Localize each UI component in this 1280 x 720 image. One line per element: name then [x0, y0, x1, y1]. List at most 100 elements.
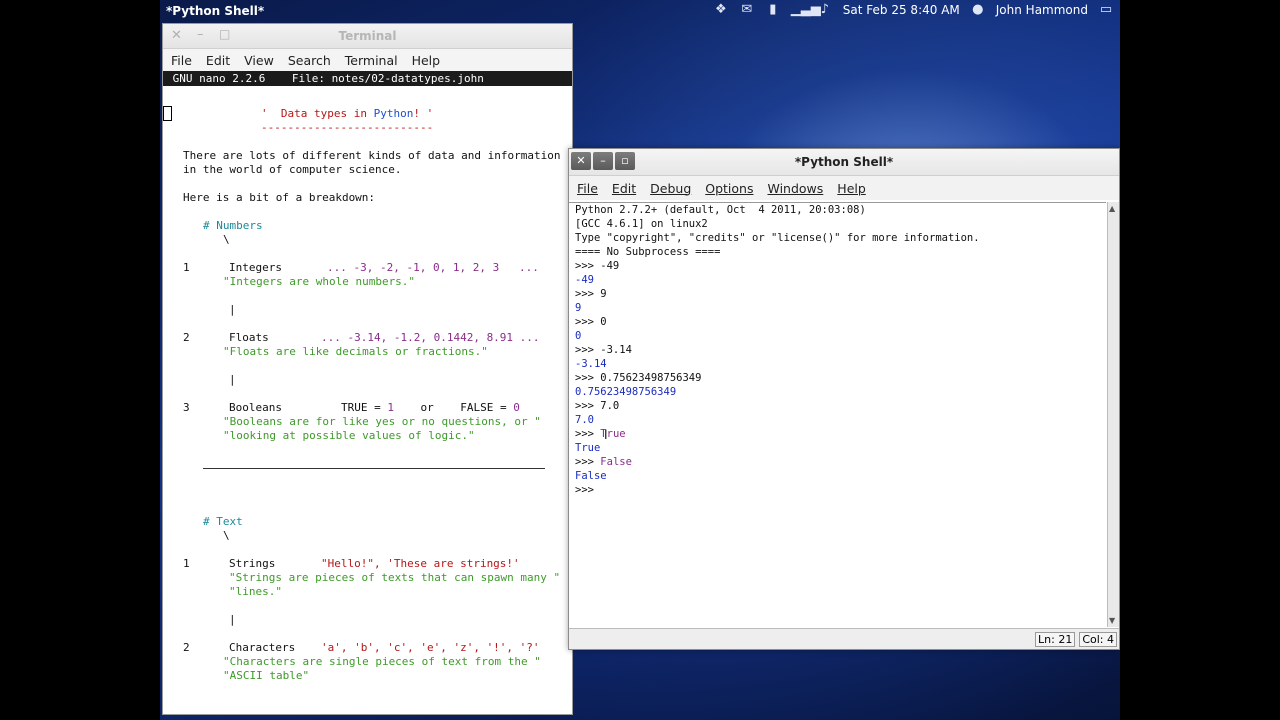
- shell-line: 0: [575, 330, 582, 342]
- strings-desc: "Strings are pieces of texts that can sp…: [229, 571, 561, 584]
- item-number: 2: [183, 641, 190, 654]
- strings-values: "Hello!", 'These are strings!': [321, 557, 520, 570]
- active-app-name[interactable]: *Python Shell*: [166, 4, 264, 18]
- shell-line: >>> 0.75623498756349: [575, 372, 702, 384]
- item-number: 3: [183, 401, 190, 414]
- menu-file[interactable]: File: [171, 53, 192, 68]
- integers-desc: "Integers are whole numbers.": [223, 275, 416, 288]
- tree-branch: \: [223, 233, 230, 246]
- shell-line: >>> 7.0: [575, 400, 620, 412]
- characters-values: 'a', 'b', 'c', 'e', 'z', '!', '?': [321, 641, 540, 654]
- menu-view[interactable]: View: [244, 53, 274, 68]
- menu-windows[interactable]: Windows: [767, 181, 823, 196]
- mail-icon[interactable]: ✉: [739, 2, 755, 18]
- shell-line: 0.75623498756349: [575, 386, 677, 398]
- shell-line: >>> 0: [575, 316, 607, 328]
- intro-line: There are lots of different kinds of dat…: [183, 149, 561, 162]
- display-icon[interactable]: ▭: [1098, 2, 1114, 18]
- doc-title-underline: --------------------------: [261, 121, 434, 134]
- shell-line: Type "copyright", "credits" or "license(…: [575, 232, 980, 244]
- booleans-desc: "Booleans are for like yes or no questio…: [223, 415, 541, 428]
- column-number: Col: 4: [1079, 632, 1117, 647]
- terminal-titlebar[interactable]: ✕ – □ Terminal: [163, 24, 572, 49]
- item-number: 2: [183, 331, 190, 344]
- shell-line: [GCC 4.6.1] on linux2: [575, 218, 708, 230]
- terminal-menubar: File Edit View Search Terminal Help: [163, 49, 572, 71]
- shell-line: >>> -49: [575, 260, 620, 272]
- shell-line: >>> -3.14: [575, 344, 632, 356]
- python-shell-window: ✕ – ▫ *Python Shell* File Edit Debug Opt…: [568, 148, 1120, 650]
- terminal-window: ✕ – □ Terminal File Edit View Search Ter…: [162, 23, 573, 715]
- shell-line: Python 2.7.2+ (default, Oct 4 2011, 20:0…: [575, 204, 866, 216]
- shell-line: ==== No Subprocess ====: [575, 246, 721, 258]
- item-number: 1: [183, 557, 190, 570]
- menu-debug[interactable]: Debug: [650, 181, 691, 196]
- booleans-desc: "looking at possible values of logic.": [223, 429, 475, 442]
- ibeam-cursor-icon: I: [604, 428, 608, 442]
- shell-line: >>> False: [575, 456, 632, 468]
- shell-line: >>> True: [575, 428, 626, 440]
- screen: *Python Shell* ❖ ✉ ▮ ▁▃▅ ♪ Sat Feb 25 8:…: [160, 0, 1120, 720]
- shell-line: True: [575, 442, 601, 454]
- user-icon: ●: [972, 2, 984, 17]
- numbers-heading: # Numbers: [203, 219, 263, 232]
- shell-line: 7.0: [575, 414, 594, 426]
- signal-icon[interactable]: ▁▃▅: [791, 2, 821, 18]
- shell-line: -49: [575, 274, 594, 286]
- text-cursor: [163, 106, 172, 121]
- dropbox-icon[interactable]: ❖: [713, 2, 729, 18]
- characters-desc: "ASCII table": [223, 669, 310, 682]
- volume-icon[interactable]: ♪: [817, 2, 833, 18]
- python-shell-titlebar[interactable]: ✕ – ▫ *Python Shell*: [569, 149, 1119, 176]
- nano-header: GNU nano 2.2.6 File: notes/02-datatypes.…: [163, 71, 572, 86]
- battery-icon[interactable]: ▮: [765, 2, 781, 18]
- text-heading: # Text: [203, 515, 243, 528]
- scroll-up-icon[interactable]: ▲: [1109, 204, 1115, 213]
- line-number: Ln: 21: [1035, 632, 1076, 647]
- characters-label: Characters: [229, 641, 296, 654]
- python-shell-menubar: File Edit Debug Options Windows Help: [569, 176, 1119, 200]
- floats-desc: "Floats are like decimals or fractions.": [223, 345, 488, 358]
- intro-line: Here is a bit of a breakdown:: [183, 191, 376, 204]
- tree-pipe: |: [229, 303, 236, 316]
- strings-label: Strings: [229, 557, 276, 570]
- floats-values: ... -3.14, -1.2, 0.1442, 8.91 ...: [321, 331, 540, 344]
- tree-branch: \: [223, 529, 230, 542]
- nano-editor[interactable]: ' Data types in Python! ' --------------…: [163, 86, 572, 714]
- menu-edit[interactable]: Edit: [206, 53, 230, 68]
- characters-desc: "Characters are single pieces of text fr…: [223, 655, 541, 668]
- shell-line: >>>: [575, 484, 594, 496]
- top-panel: *Python Shell* ❖ ✉ ▮ ▁▃▅ ♪ Sat Feb 25 8:…: [160, 0, 1120, 24]
- status-bar: Ln: 21 Col: 4: [569, 628, 1119, 649]
- booleans-values: TRUE = 1 or FALSE = 0: [341, 401, 520, 414]
- vertical-scrollbar[interactable]: ▲ ▼: [1107, 202, 1119, 627]
- clock[interactable]: Sat Feb 25 8:40 AM: [843, 3, 960, 17]
- menu-file[interactable]: File: [577, 181, 598, 196]
- menu-help[interactable]: Help: [837, 181, 866, 196]
- shell-output[interactable]: Python 2.7.2+ (default, Oct 4 2011, 20:0…: [569, 202, 1106, 628]
- shell-line: >>> 9: [575, 288, 607, 300]
- menu-search[interactable]: Search: [288, 53, 331, 68]
- terminal-title: Terminal: [338, 29, 397, 43]
- tree-pipe: |: [229, 373, 236, 386]
- shell-line: 9: [575, 302, 582, 314]
- integers-label: Integers: [229, 261, 282, 274]
- user-menu[interactable]: John Hammond: [996, 3, 1088, 17]
- menu-terminal[interactable]: Terminal: [345, 53, 398, 68]
- strings-desc: "lines.": [229, 585, 282, 598]
- shell-line: False: [575, 470, 607, 482]
- section-divider: [203, 468, 545, 469]
- menu-edit[interactable]: Edit: [612, 181, 636, 196]
- floats-label: Floats: [229, 331, 269, 344]
- integers-values: ... -3, -2, -1, 0, 1, 2, 3 ...: [327, 261, 539, 274]
- item-number: 1: [183, 261, 190, 274]
- python-shell-title: *Python Shell*: [794, 155, 894, 169]
- intro-line: in the world of computer science.: [183, 163, 402, 176]
- shell-line: -3.14: [575, 358, 607, 370]
- menu-help[interactable]: Help: [412, 53, 441, 68]
- scroll-down-icon[interactable]: ▼: [1109, 616, 1115, 625]
- doc-title: ' Data types in Python! ': [261, 107, 434, 120]
- booleans-label: Booleans: [229, 401, 282, 414]
- tree-pipe: |: [229, 613, 236, 626]
- menu-options[interactable]: Options: [705, 181, 753, 196]
